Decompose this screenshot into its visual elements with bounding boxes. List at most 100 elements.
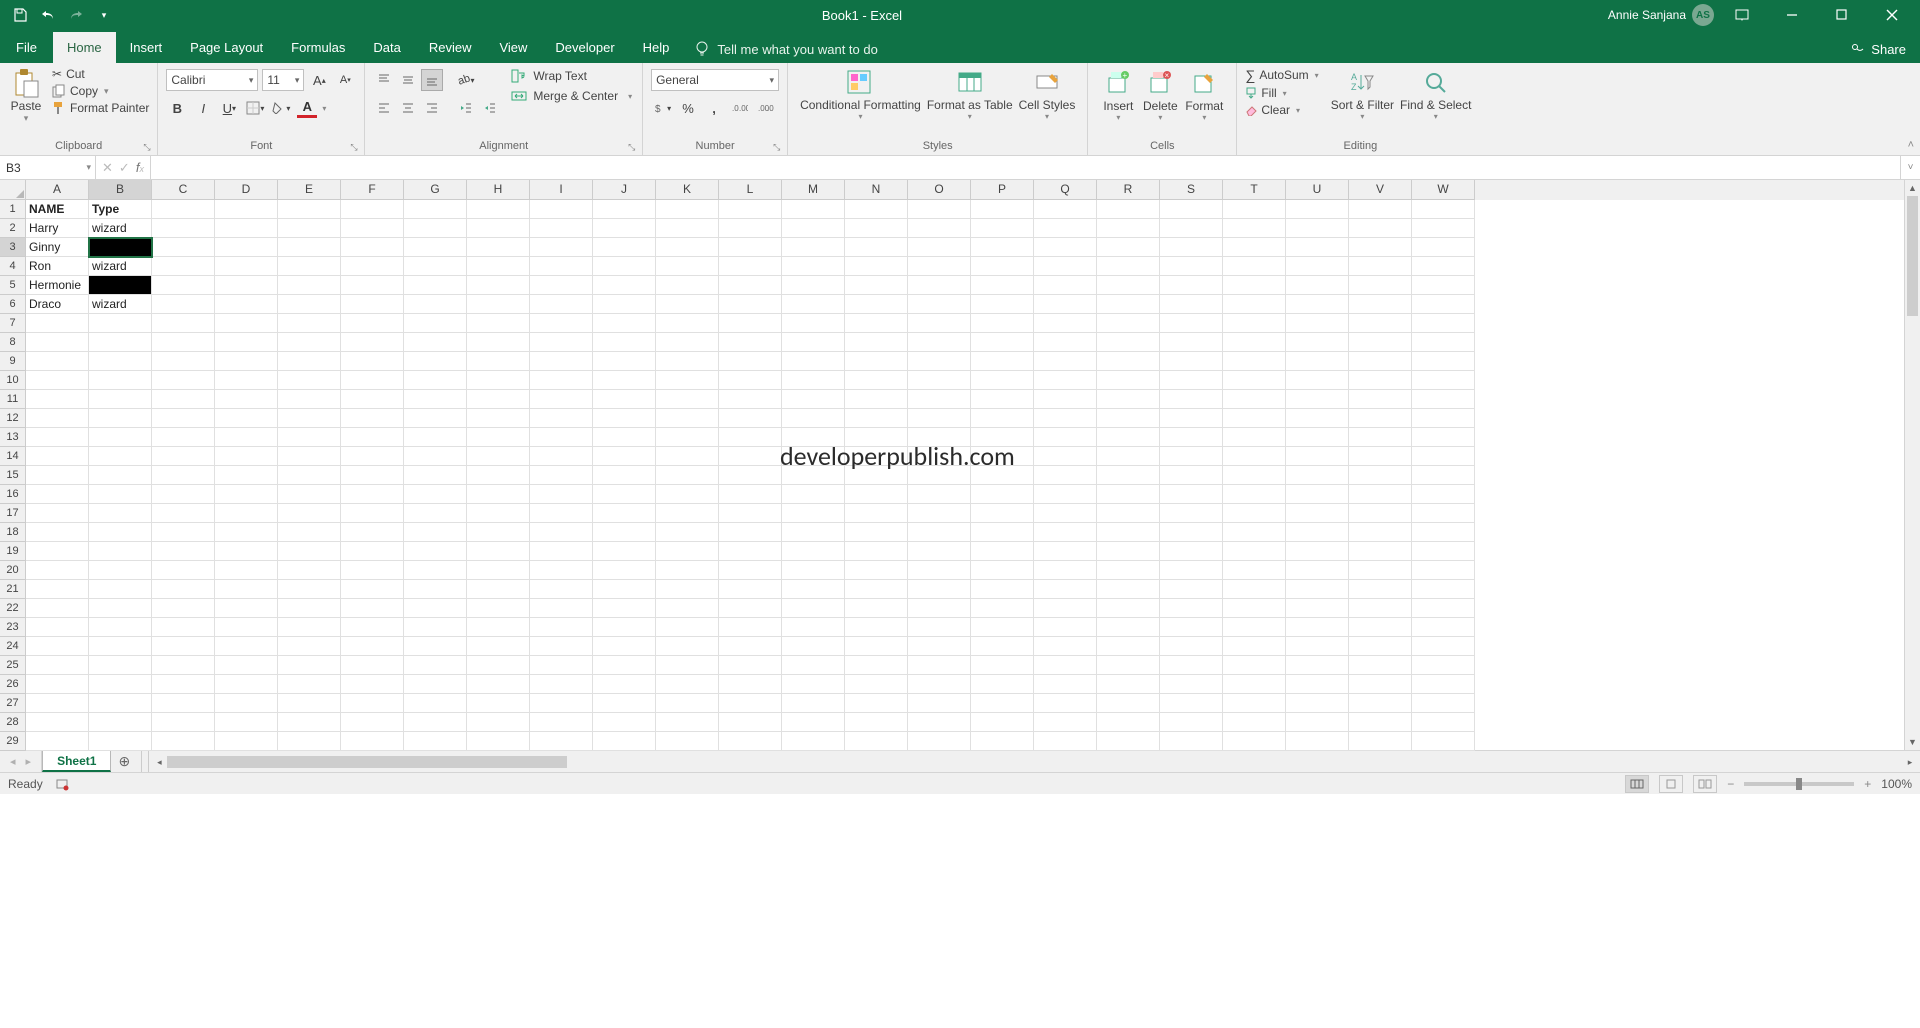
cell-A25[interactable] [26,656,89,675]
cell-B22[interactable] [89,599,152,618]
cell-M8[interactable] [782,333,845,352]
font-name-combo[interactable]: Calibri▾ [166,69,258,91]
cell-O19[interactable] [908,542,971,561]
cell-A1[interactable]: NAME [26,200,89,219]
tab-home[interactable]: Home [53,32,116,63]
cell-U14[interactable] [1286,447,1349,466]
cell-C23[interactable] [152,618,215,637]
cell-V2[interactable] [1349,219,1412,238]
cell-R1[interactable] [1097,200,1160,219]
cell-D21[interactable] [215,580,278,599]
cell-W15[interactable] [1412,466,1475,485]
col-header-T[interactable]: T [1223,180,1286,200]
cell-A27[interactable] [26,694,89,713]
cell-A22[interactable] [26,599,89,618]
increase-indent-icon[interactable] [479,97,501,119]
cell-P28[interactable] [971,713,1034,732]
cell-E24[interactable] [278,637,341,656]
cell-V15[interactable] [1349,466,1412,485]
cell-C3[interactable] [152,238,215,257]
cell-W2[interactable] [1412,219,1475,238]
cell-G17[interactable] [404,504,467,523]
cell-O16[interactable] [908,485,971,504]
cell-H21[interactable] [467,580,530,599]
cell-H25[interactable] [467,656,530,675]
cell-S22[interactable] [1160,599,1223,618]
cell-C27[interactable] [152,694,215,713]
col-header-C[interactable]: C [152,180,215,200]
cell-B27[interactable] [89,694,152,713]
cell-F17[interactable] [341,504,404,523]
cell-W24[interactable] [1412,637,1475,656]
cell-D29[interactable] [215,732,278,751]
cell-U27[interactable] [1286,694,1349,713]
cell-F4[interactable] [341,257,404,276]
cell-L12[interactable] [719,409,782,428]
cell-E21[interactable] [278,580,341,599]
cell-C20[interactable] [152,561,215,580]
cell-W12[interactable] [1412,409,1475,428]
cell-W21[interactable] [1412,580,1475,599]
cell-L8[interactable] [719,333,782,352]
cell-O11[interactable] [908,390,971,409]
cell-G12[interactable] [404,409,467,428]
cell-N24[interactable] [845,637,908,656]
cell-M16[interactable] [782,485,845,504]
row-header-28[interactable]: 28 [0,713,26,732]
cell-J12[interactable] [593,409,656,428]
decrease-indent-icon[interactable] [455,97,477,119]
cell-N26[interactable] [845,675,908,694]
decrease-font-icon[interactable]: A▾ [334,69,356,91]
col-header-G[interactable]: G [404,180,467,200]
cell-U21[interactable] [1286,580,1349,599]
cell-F9[interactable] [341,352,404,371]
cell-R28[interactable] [1097,713,1160,732]
cell-M24[interactable] [782,637,845,656]
cell-N21[interactable] [845,580,908,599]
expand-formula-bar-icon[interactable]: ˅ [1900,156,1920,179]
cell-J18[interactable] [593,523,656,542]
dialog-launcher-icon[interactable]: ⤡ [773,142,785,154]
cell-O28[interactable] [908,713,971,732]
cell-G24[interactable] [404,637,467,656]
cell-V18[interactable] [1349,523,1412,542]
maximize-icon[interactable] [1820,1,1864,29]
cell-H17[interactable] [467,504,530,523]
cell-O13[interactable] [908,428,971,447]
cell-P13[interactable] [971,428,1034,447]
cell-A13[interactable] [26,428,89,447]
cell-V27[interactable] [1349,694,1412,713]
cell-K27[interactable] [656,694,719,713]
cell-K2[interactable] [656,219,719,238]
cell-K20[interactable] [656,561,719,580]
cell-J21[interactable] [593,580,656,599]
cell-V25[interactable] [1349,656,1412,675]
scroll-thumb[interactable] [1907,196,1918,316]
cell-C18[interactable] [152,523,215,542]
page-break-view-icon[interactable] [1693,775,1717,793]
cell-H15[interactable] [467,466,530,485]
cell-K12[interactable] [656,409,719,428]
cell-V13[interactable] [1349,428,1412,447]
cell-H26[interactable] [467,675,530,694]
vertical-scrollbar[interactable]: ▲ ▼ [1904,180,1920,750]
close-icon[interactable] [1870,1,1914,29]
cell-Q6[interactable] [1034,295,1097,314]
align-middle-icon[interactable] [397,69,419,91]
cell-E10[interactable] [278,371,341,390]
cell-V5[interactable] [1349,276,1412,295]
minimize-icon[interactable] [1770,1,1814,29]
cell-Q15[interactable] [1034,466,1097,485]
cell-I24[interactable] [530,637,593,656]
cell-A7[interactable] [26,314,89,333]
cell-E4[interactable] [278,257,341,276]
cell-D7[interactable] [215,314,278,333]
cell-O14[interactable] [908,447,971,466]
cell-K22[interactable] [656,599,719,618]
col-header-N[interactable]: N [845,180,908,200]
cell-K17[interactable] [656,504,719,523]
cell-D9[interactable] [215,352,278,371]
cell-L28[interactable] [719,713,782,732]
cell-L3[interactable] [719,238,782,257]
cell-T23[interactable] [1223,618,1286,637]
